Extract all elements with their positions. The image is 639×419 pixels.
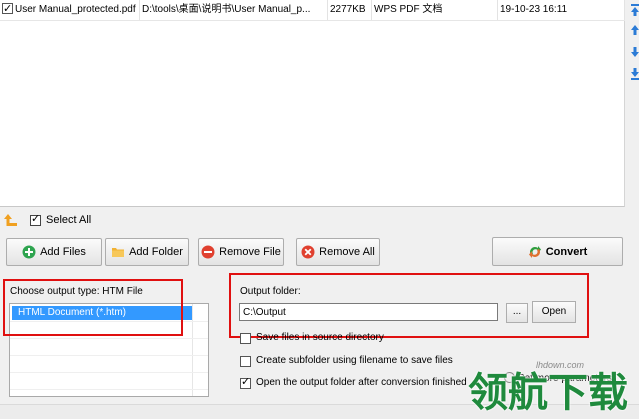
file-row-checkbox[interactable] (2, 0, 13, 19)
file-list[interactable]: User Manual_protected.pdf D:\tools\桌面\说明… (0, 0, 625, 207)
remove-file-button[interactable]: Remove File (198, 238, 284, 266)
open-after-label: Open the output folder after conversion … (256, 377, 467, 388)
convert-button[interactable]: Convert (492, 237, 623, 266)
remove-file-label: Remove File (219, 246, 281, 258)
file-name-cell: User Manual_protected.pdf (0, 0, 140, 20)
more-parameters-link[interactable]: Set more parameters (504, 372, 612, 384)
file-path: D:\tools\桌面\说明书\User Manual_p... (140, 0, 328, 20)
folder-icon (112, 248, 125, 257)
output-type-option-html[interactable]: HTML Document (*.htm) (12, 306, 192, 320)
add-folder-button[interactable]: Add Folder (105, 238, 189, 266)
remove-all-label: Remove All (319, 246, 375, 258)
create-subfolder-label: Create subfolder using filename to save … (256, 355, 453, 366)
remove-all-button[interactable]: Remove All (296, 238, 380, 266)
status-strip (0, 404, 639, 419)
reorder-controls (627, 0, 639, 90)
output-type-label: Choose output type: HTM File (10, 286, 143, 297)
add-files-label: Add Files (40, 246, 86, 258)
close-circle-icon (301, 245, 315, 259)
create-subfolder-checkbox[interactable] (240, 356, 251, 367)
plus-circle-icon (22, 245, 36, 259)
file-date: 19-10-23 16:11 (498, 0, 625, 20)
output-folder-label: Output folder: (240, 286, 301, 297)
output-folder-input[interactable] (239, 303, 498, 321)
move-bottom-icon[interactable] (630, 67, 639, 81)
output-type-panel: Choose output type: HTM File HTML Docume… (5, 283, 210, 398)
select-all-checkbox[interactable] (30, 212, 41, 226)
minus-circle-icon (201, 245, 215, 259)
list-divider (10, 321, 208, 322)
file-type: WPS PDF 文档 (372, 0, 498, 20)
convert-icon (528, 245, 541, 258)
row-divider (0, 20, 625, 21)
save-in-source-checkbox[interactable] (240, 333, 251, 344)
up-folder-icon[interactable] (4, 213, 20, 227)
list-divider (10, 338, 208, 339)
list-divider (10, 389, 208, 390)
file-row[interactable]: User Manual_protected.pdf D:\tools\桌面\说明… (0, 0, 625, 20)
list-divider (192, 304, 193, 396)
file-name: User Manual_protected.pdf (15, 4, 136, 15)
list-divider (10, 355, 208, 356)
add-folder-label: Add Folder (129, 246, 183, 258)
select-all-label: Select All (46, 214, 92, 226)
file-size: 2277KB (328, 0, 372, 20)
save-in-source-label: Save files in source directory (256, 332, 384, 343)
convert-label: Convert (545, 245, 588, 258)
settings-icon (504, 372, 515, 383)
move-up-icon[interactable] (630, 23, 639, 37)
open-after-checkbox[interactable] (240, 375, 251, 389)
add-files-button[interactable]: Add Files (6, 238, 102, 266)
more-parameters-label: Set more parameters (518, 373, 612, 384)
move-top-icon[interactable] (630, 3, 639, 17)
move-down-icon[interactable] (630, 45, 639, 59)
output-type-list[interactable]: HTML Document (*.htm) (9, 303, 209, 397)
open-folder-button[interactable]: Open (532, 301, 576, 323)
list-divider (10, 372, 208, 373)
watermark-url: lhdown.com (536, 360, 585, 370)
browse-folder-button[interactable]: ... (506, 303, 528, 323)
